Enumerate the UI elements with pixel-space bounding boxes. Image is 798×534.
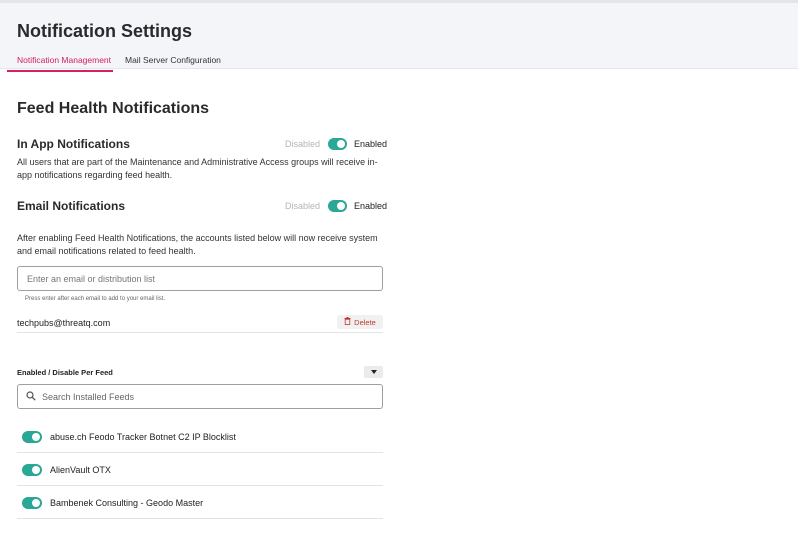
feed-toggle[interactable] xyxy=(22,496,42,509)
toggle-knob xyxy=(337,202,346,210)
delete-button[interactable]: Delete xyxy=(337,315,383,329)
feed-search-placeholder: Search Installed Feeds xyxy=(42,391,135,402)
email-notifications-title: Email Notifications xyxy=(17,199,126,213)
toggle-knob xyxy=(32,465,40,474)
feed-name: abuse.ch Feodo Tracker Botnet C2 IP Bloc… xyxy=(50,431,236,442)
toggle-knob xyxy=(32,498,40,507)
email-description: After enabling Feed Health Notifications… xyxy=(17,233,378,256)
feed-name: AlienVault OTX xyxy=(50,464,111,475)
email-enabled-label: Enabled xyxy=(354,201,388,211)
feed-row: AlienVault OTX xyxy=(17,454,383,486)
email-toggle[interactable] xyxy=(328,200,348,212)
email-disabled-label: Disabled xyxy=(285,201,321,211)
in-app-notifications-title: In App Notifications xyxy=(17,137,130,151)
caret-down-icon xyxy=(370,370,377,374)
in-app-enabled-label: Enabled xyxy=(354,139,388,149)
per-feed-dropdown-button[interactable] xyxy=(364,366,383,378)
email-toggle-group: Disabled Enabled xyxy=(285,200,387,212)
delete-label: Delete xyxy=(354,317,376,327)
feed-search-input[interactable]: Search Installed Feeds xyxy=(17,384,383,409)
in-app-description: All users that are part of the Maintenan… xyxy=(17,157,378,180)
feed-name: Bambenek Consulting - Geodo Master xyxy=(50,497,204,508)
search-icon xyxy=(26,390,36,403)
feed-row: Bambenek Consulting - Geodo Master xyxy=(17,487,383,519)
active-tab-indicator xyxy=(7,70,113,72)
per-feed-label: Enabled / Disable Per Feed xyxy=(17,368,113,377)
toggle-knob xyxy=(32,432,40,441)
section-title: Feed Health Notifications xyxy=(17,100,210,117)
page-title: Notification Settings xyxy=(17,21,192,41)
in-app-toggle-group: Disabled Enabled xyxy=(285,138,387,150)
email-input-hint: Press enter after each email to add to y… xyxy=(25,296,166,302)
toggle-knob xyxy=(337,140,346,148)
page-header: Notification Settings Notification Manag… xyxy=(0,0,798,72)
feed-toggle[interactable] xyxy=(22,430,42,443)
trash-icon xyxy=(344,317,351,327)
feed-row: abuse.ch Feodo Tracker Botnet C2 IP Bloc… xyxy=(17,421,383,453)
email-recipient-row: techpubs@threatq.com Delete xyxy=(17,313,383,333)
email-recipient-address: techpubs@threatq.com xyxy=(17,318,111,328)
in-app-toggle[interactable] xyxy=(328,138,348,150)
feed-toggle[interactable] xyxy=(22,463,42,476)
email-input[interactable]: Enter an email or distribution list xyxy=(17,266,383,291)
tab-notification-management[interactable]: Notification Management xyxy=(17,55,111,65)
in-app-disabled-label: Disabled xyxy=(285,139,321,149)
tab-mail-server-configuration[interactable]: Mail Server Configuration xyxy=(125,55,221,65)
